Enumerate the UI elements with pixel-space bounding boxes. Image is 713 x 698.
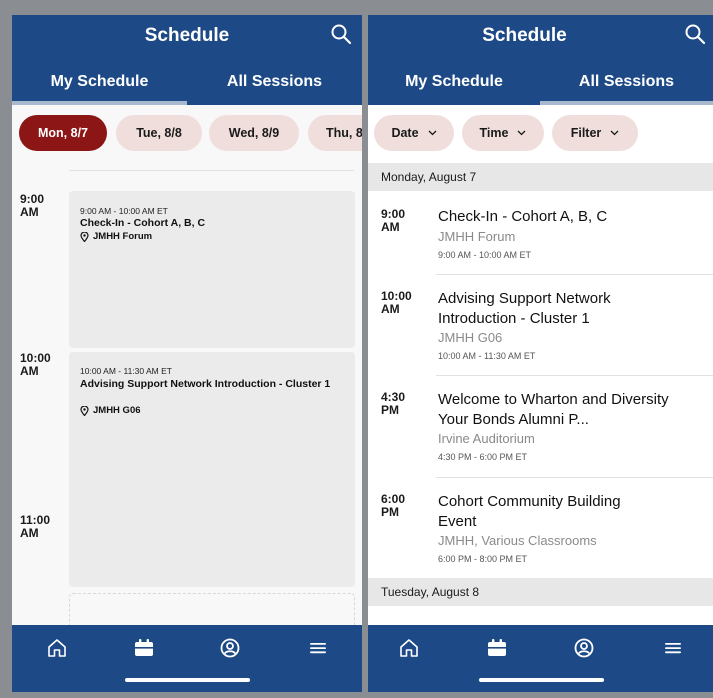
session-start: 6:00 PM: [381, 492, 406, 519]
chevron-down-icon: [610, 130, 619, 136]
session-location: JMHH Forum: [438, 229, 516, 244]
filter-dropdown[interactable]: Filter: [552, 115, 638, 151]
home-indicator: [125, 678, 250, 682]
chevron-down-icon: [518, 130, 526, 136]
page-title: Schedule: [144, 25, 230, 46]
menu-icon[interactable]: [307, 637, 329, 659]
session-times: 4:30 PM - 6:00 PM ET: [438, 452, 528, 462]
date-filter-dropdown[interactable]: Date: [374, 115, 454, 151]
calendar-icon[interactable]: [486, 637, 508, 659]
app-header: Schedule My Schedule All Sessions: [368, 15, 713, 105]
home-indicator: [479, 678, 604, 682]
event-location: JMHH G06: [80, 405, 141, 416]
date-chip-wed[interactable]: Wed, 8/9: [209, 115, 299, 151]
session-start: 4:30 PM: [381, 390, 406, 417]
event-name: Check-In - Cohort A, B, C: [80, 217, 206, 229]
divider: [436, 274, 713, 275]
event-location-text: JMHH G06: [93, 405, 141, 416]
time-label: 10:00 AM: [20, 351, 51, 378]
session-name: Check-In - Cohort A, B, C: [438, 208, 608, 225]
tab-label: My Schedule: [405, 73, 503, 90]
session-start: 9:00 AM: [381, 207, 406, 234]
session-times: 10:00 AM - 11:30 AM ET: [438, 351, 536, 361]
tab-label: All Sessions: [578, 73, 675, 90]
search-icon[interactable]: [330, 23, 352, 45]
divider: [436, 477, 713, 478]
tab-my-schedule[interactable]: My Schedule: [12, 73, 187, 105]
event-location-text: JMHH Forum: [93, 231, 153, 242]
session-location: JMHH, Various Classrooms: [438, 533, 597, 548]
schedule-tabs: My Schedule All Sessions: [368, 73, 713, 105]
event-time: 9:00 AM - 10:00 AM ET: [80, 206, 168, 216]
day-header: Monday, August 7: [368, 163, 713, 191]
tab-label: My Schedule: [50, 73, 149, 90]
menu-icon[interactable]: [662, 637, 684, 659]
filter-label: Date: [391, 126, 419, 140]
chevron-down-icon: [428, 130, 437, 136]
tab-all-sessions[interactable]: All Sessions: [187, 73, 362, 105]
day-header: Tuesday, August 8: [368, 578, 713, 606]
date-chip-tue[interactable]: Tue, 8/8: [116, 115, 202, 151]
time-filter-dropdown[interactable]: Time: [462, 115, 544, 151]
active-tab-indicator: [540, 101, 713, 105]
session-name: Welcome to Wharton and Diversity Your Bo…: [438, 391, 669, 428]
session-name: Advising Support Network Introduction - …: [438, 290, 611, 327]
search-icon[interactable]: [684, 23, 706, 45]
time-label: 11:00 AM: [20, 513, 51, 540]
event-time: 10:00 AM - 11:30 AM ET: [80, 366, 172, 376]
bottom-nav: [12, 625, 362, 692]
event-name: Advising Support Network Introduction - …: [80, 378, 331, 390]
profile-icon[interactable]: [573, 637, 595, 659]
session-name: Cohort Community Building Event: [438, 493, 621, 530]
all-sessions-screen: Schedule My Schedule All Sessions Date T…: [368, 15, 713, 692]
app-header: Schedule My Schedule All Sessions: [12, 15, 362, 105]
tab-all-sessions[interactable]: All Sessions: [540, 73, 713, 105]
page-title: Schedule: [482, 25, 567, 46]
divider: [436, 375, 713, 376]
session-times: 6:00 PM - 8:00 PM ET: [438, 554, 528, 564]
filter-row: Date Time Filter: [368, 115, 713, 155]
bottom-nav: [368, 625, 713, 692]
event-block[interactable]: 9:00 AM - 10:00 AM ET Check-In - Cohort …: [69, 191, 355, 348]
date-selector: Mon, 8/7 Tue, 8/8 Wed, 8/9 Thu, 8: [12, 115, 362, 159]
session-location: Irvine Auditorium: [438, 431, 535, 446]
tab-label: All Sessions: [226, 73, 323, 90]
profile-icon[interactable]: [219, 637, 241, 659]
session-location: JMHH G06: [438, 330, 503, 345]
active-tab-indicator: [12, 101, 187, 105]
calendar-icon[interactable]: [133, 637, 155, 659]
filter-label: Filter: [570, 126, 602, 140]
my-schedule-screen: Schedule My Schedule All Sessions Mon, 8…: [12, 15, 362, 692]
divider: [69, 170, 354, 171]
session-start: 10:00 AM: [381, 289, 412, 316]
session-times: 9:00 AM - 10:00 AM ET: [438, 250, 532, 260]
home-icon[interactable]: [46, 637, 68, 659]
event-block[interactable]: 10:00 AM - 11:30 AM ET Advising Support …: [69, 352, 355, 587]
screenshot-frame: Schedule My Schedule All Sessions Mon, 8…: [0, 0, 713, 698]
tab-my-schedule[interactable]: My Schedule: [368, 73, 540, 105]
event-location: JMHH Forum: [80, 231, 152, 242]
date-chip-thu[interactable]: Thu, 8: [308, 115, 362, 151]
location-pin-icon: [80, 231, 89, 242]
filter-label: Time: [479, 126, 509, 140]
date-chip-mon[interactable]: Mon, 8/7: [19, 115, 107, 151]
time-label: 9:00 AM: [20, 192, 45, 219]
location-pin-icon: [80, 405, 89, 416]
schedule-tabs: My Schedule All Sessions: [12, 73, 362, 105]
home-icon[interactable]: [398, 637, 420, 659]
